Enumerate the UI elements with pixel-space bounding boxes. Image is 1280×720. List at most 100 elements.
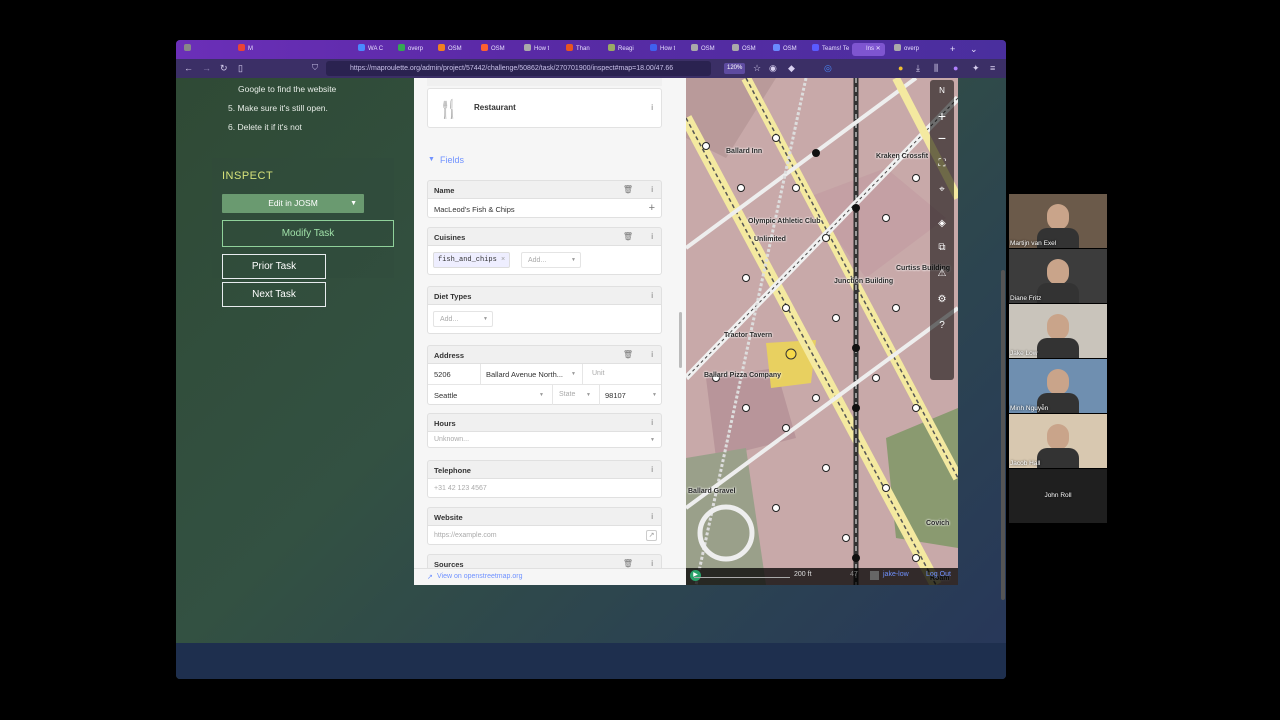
edit-josm-button[interactable]: Edit in JOSM ▼ xyxy=(222,194,364,213)
poi-marker[interactable] xyxy=(822,234,830,242)
poi-marker[interactable] xyxy=(842,534,850,542)
bookmark-star-icon[interactable]: ☆ xyxy=(753,62,761,75)
poi-marker[interactable] xyxy=(737,184,745,192)
info-icon[interactable]: i xyxy=(651,512,653,521)
extension-icon[interactable]: ● xyxy=(898,62,903,75)
website-input[interactable]: https://example.com ↗ xyxy=(427,525,662,545)
poi-marker[interactable] xyxy=(812,394,820,402)
account-icon[interactable]: ● xyxy=(953,62,958,75)
poi-marker[interactable] xyxy=(772,504,780,512)
info-icon[interactable]: i xyxy=(651,465,653,474)
prior-task-button[interactable]: Prior Task xyxy=(222,254,326,279)
poi-marker[interactable] xyxy=(782,304,790,312)
poi-marker[interactable] xyxy=(792,184,800,192)
info-icon[interactable]: i xyxy=(651,232,653,241)
poi-marker[interactable] xyxy=(702,142,710,150)
transit-node[interactable] xyxy=(852,554,860,562)
telephone-input[interactable]: +31 42 123 4567 xyxy=(427,478,662,498)
state-input[interactable]: State xyxy=(559,391,575,398)
menu-icon[interactable]: ≡ xyxy=(990,62,995,75)
info-icon[interactable]: i xyxy=(651,559,653,568)
poi-marker[interactable] xyxy=(742,404,750,412)
video-tile[interactable]: Jacob Hall xyxy=(1009,414,1107,468)
map-view[interactable]: Ballard Inn Kraken Crossfit Olympic Athlet… xyxy=(686,78,958,585)
geolocate-icon[interactable]: ⌖ xyxy=(930,184,954,195)
poi-marker[interactable] xyxy=(882,484,890,492)
video-tile[interactable]: Martijn van Exel xyxy=(1009,194,1107,248)
poi-marker[interactable] xyxy=(782,424,790,432)
transit-node[interactable] xyxy=(852,204,860,212)
browser-tab[interactable]: overp xyxy=(894,43,919,56)
forward-icon[interactable]: → xyxy=(202,62,211,75)
trash-icon[interactable]: 🗑 xyxy=(623,350,633,359)
browser-tab[interactable]: OSM xyxy=(691,43,715,56)
shield-icon[interactable]: ⛉ xyxy=(312,63,318,73)
trash-icon[interactable]: 🗑 xyxy=(623,559,633,568)
unit-input[interactable]: Unit xyxy=(592,370,604,377)
browser-tab[interactable]: Than xyxy=(566,43,590,56)
zoom-in-icon[interactable]: + xyxy=(930,108,954,124)
reload-icon[interactable]: ↻ xyxy=(220,62,228,75)
street-input[interactable]: Ballard Avenue North... xyxy=(486,370,563,379)
browser-tab[interactable]: Reagi xyxy=(608,43,634,56)
browser-tab[interactable]: OSM xyxy=(481,43,505,56)
page-scrollbar[interactable] xyxy=(1001,270,1005,600)
back-icon[interactable]: ← xyxy=(184,62,193,75)
poi-marker[interactable] xyxy=(912,554,920,562)
browser-tab[interactable]: How t xyxy=(524,43,549,56)
preferences-icon[interactable]: ⚙ xyxy=(930,294,954,305)
compass-icon[interactable]: N xyxy=(930,86,954,95)
poi-marker[interactable] xyxy=(872,374,880,382)
issues-icon[interactable]: ⚠ xyxy=(930,268,954,279)
housenumber-input[interactable]: 5206 xyxy=(434,370,451,379)
zoom-level[interactable]: 120% xyxy=(724,63,746,74)
browser-tab[interactable]: M xyxy=(238,43,253,56)
library-icon[interactable]: ⫼ xyxy=(934,62,938,75)
info-icon[interactable]: i xyxy=(651,103,653,112)
plus-icon[interactable]: + xyxy=(649,202,655,214)
logout-link[interactable]: Log Out xyxy=(926,571,951,578)
hours-input[interactable]: Unknown... ▼ xyxy=(427,431,662,448)
trash-icon[interactable]: 🗑 xyxy=(623,185,633,194)
next-task-button[interactable]: Next Task xyxy=(222,282,326,307)
zoom-out-icon[interactable]: − xyxy=(930,130,954,146)
selected-poi-marker[interactable] xyxy=(785,348,797,360)
poi-marker[interactable] xyxy=(822,464,830,472)
extensions-icon[interactable]: ✦ xyxy=(972,62,980,75)
play-icon[interactable]: ▶ xyxy=(690,570,701,581)
cuisine-chip[interactable]: fish_and_chips × xyxy=(433,252,511,268)
trash-icon[interactable]: 🗑 xyxy=(623,232,633,241)
postcode-input[interactable]: 98107 xyxy=(605,391,626,400)
browser-tab[interactable]: Teams! Te xyxy=(812,43,849,56)
map-data-icon[interactable]: ⧉ xyxy=(930,242,954,253)
remove-icon[interactable]: × xyxy=(501,256,505,264)
browser-tab[interactable]: How t xyxy=(650,43,675,56)
sidebar-icon[interactable]: ▯ xyxy=(238,62,243,75)
video-tile[interactable]: Minh Nguyễn xyxy=(1009,359,1107,413)
zoom-to-selection-icon[interactable]: ⛶ xyxy=(930,158,954,169)
video-tile[interactable]: Jake Low xyxy=(1009,304,1107,358)
poi-marker[interactable] xyxy=(912,174,920,182)
tab-list-icon[interactable]: ⌄ xyxy=(970,43,978,56)
browser-tab[interactable]: OSM xyxy=(732,43,756,56)
cuisine-combo[interactable]: Add... ▼ xyxy=(521,252,581,268)
transit-node[interactable] xyxy=(812,149,820,157)
help-icon[interactable]: ? xyxy=(930,320,954,331)
poi-marker[interactable] xyxy=(742,274,750,282)
info-icon[interactable]: i xyxy=(651,291,653,300)
modify-task-button[interactable]: Modify Task xyxy=(222,220,394,247)
cuisines-input[interactable]: fish_and_chips × Add... ▼ xyxy=(427,245,662,275)
browser-tab[interactable]: overp xyxy=(398,43,423,56)
diet-input[interactable]: Add... ▼ xyxy=(427,304,662,334)
city-input[interactable]: Seattle xyxy=(434,391,457,400)
sidebar-scrollbar[interactable] xyxy=(679,312,682,368)
info-icon[interactable]: i xyxy=(651,418,653,427)
video-tile[interactable]: John Roll xyxy=(1009,469,1107,523)
info-icon[interactable]: i xyxy=(651,185,653,194)
download-icon[interactable]: ⤓ xyxy=(916,62,920,75)
poi-marker[interactable] xyxy=(882,214,890,222)
diet-combo[interactable]: Add... ▼ xyxy=(433,311,493,327)
extension-icon[interactable]: ◉ xyxy=(769,62,777,75)
external-link-icon[interactable]: ↗ xyxy=(646,530,657,541)
preset-item[interactable]: 🍴 Restaurant i xyxy=(427,88,662,128)
